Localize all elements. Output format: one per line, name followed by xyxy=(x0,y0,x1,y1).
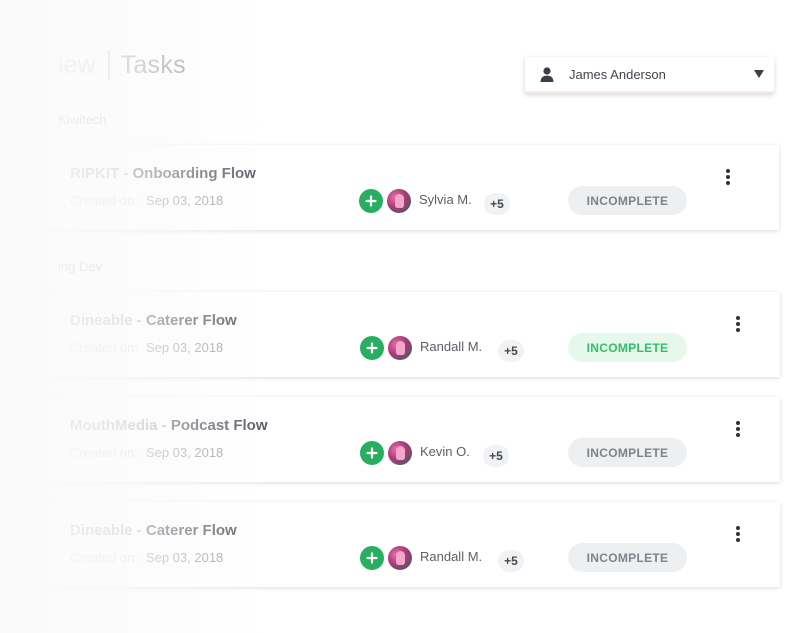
group-label-kiwitech: Kiwitech xyxy=(58,112,107,127)
user-icon xyxy=(539,66,555,82)
user-select-value: James Anderson xyxy=(569,66,666,82)
task-created: Created on: Sep 03, 2018 xyxy=(70,445,223,460)
task-card[interactable]: Dineable - Caterer Flow Created on: Sep 0… xyxy=(0,292,780,377)
more-options-icon[interactable] xyxy=(731,419,745,439)
avatar[interactable] xyxy=(388,441,412,465)
created-date: Sep 03, 2018 xyxy=(145,340,224,355)
created-date: Sep 03, 2018 xyxy=(145,445,224,460)
avatar[interactable] xyxy=(388,546,412,570)
task-created: Created on: Sep 03, 2018 xyxy=(70,193,223,208)
more-assignees-badge[interactable]: +5 xyxy=(498,340,524,362)
plus-icon xyxy=(366,342,378,354)
task-project: Dineable - xyxy=(70,522,146,539)
avatar[interactable] xyxy=(388,336,412,360)
more-assignees-badge[interactable]: +5 xyxy=(484,193,510,215)
add-assignee-button[interactable] xyxy=(360,546,384,570)
breadcrumb-divider xyxy=(107,50,110,80)
task-title[interactable]: RIPKIT - Onboarding Flow xyxy=(70,165,256,182)
add-assignee-button[interactable] xyxy=(360,441,384,465)
more-options-icon[interactable] xyxy=(731,524,745,544)
created-label: Created on: xyxy=(70,193,138,208)
task-card[interactable]: RIPKIT - Onboarding Flow Created on: Sep … xyxy=(0,145,779,230)
breadcrumb-current: Tasks xyxy=(120,50,186,79)
plus-icon xyxy=(366,447,378,459)
status-badge[interactable]: INCOMPLETE xyxy=(568,186,687,215)
chevron-down-icon[interactable] xyxy=(754,70,764,78)
created-date: Sep 03, 2018 xyxy=(145,550,224,565)
page-title: iew Tasks xyxy=(58,50,186,80)
more-assignees-badge[interactable]: +5 xyxy=(483,445,509,467)
task-project: RIPKIT - xyxy=(70,165,133,182)
add-assignee-button[interactable] xyxy=(359,189,383,213)
task-flow: Caterer Flow xyxy=(145,312,237,329)
plus-icon xyxy=(365,195,377,207)
task-title[interactable]: MouthMedia - Podcast Flow xyxy=(70,417,268,434)
add-assignee-button[interactable] xyxy=(360,336,384,360)
task-card[interactable]: MouthMedia - Podcast Flow Created on: Sep… xyxy=(0,397,780,482)
breadcrumb-previous[interactable]: iew xyxy=(58,51,96,80)
created-label: Created on: xyxy=(70,445,138,460)
task-project: Dineable - xyxy=(70,312,146,329)
user-select-dropdown[interactable]: James Anderson xyxy=(525,57,774,93)
created-label: Created on: xyxy=(70,340,138,355)
more-options-icon[interactable] xyxy=(731,314,745,334)
status-badge[interactable]: INCOMPLETE xyxy=(568,543,687,572)
status-badge[interactable]: INCOMPLETE xyxy=(568,438,687,467)
task-project: MouthMedia - xyxy=(70,417,171,434)
task-title[interactable]: Dineable - Caterer Flow xyxy=(70,312,237,329)
created-label: Created on: xyxy=(70,550,138,565)
assignee-name: Randall M. xyxy=(420,339,483,354)
task-card[interactable]: Dineable - Caterer Flow Created on: Sep 0… xyxy=(0,502,780,587)
created-date: Sep 03, 2018 xyxy=(145,193,224,208)
more-options-icon[interactable] xyxy=(721,167,735,187)
avatar[interactable] xyxy=(387,189,411,213)
task-created: Created on: Sep 03, 2018 xyxy=(70,340,223,355)
task-flow: Onboarding Flow xyxy=(132,165,256,182)
more-assignees-badge[interactable]: +5 xyxy=(498,550,524,572)
assignee-name: Kevin O. xyxy=(420,444,470,459)
task-flow: Podcast Flow xyxy=(170,417,268,434)
group-label-ing-dev: ing Dev xyxy=(58,259,103,274)
assignee-name: Randall M. xyxy=(420,549,483,564)
status-badge[interactable]: INCOMPLETE xyxy=(568,333,687,362)
task-title[interactable]: Dineable - Caterer Flow xyxy=(70,522,237,539)
assignee-name: Sylvia M. xyxy=(419,192,472,207)
task-flow: Caterer Flow xyxy=(145,522,237,539)
plus-icon xyxy=(366,552,378,564)
task-created: Created on: Sep 03, 2018 xyxy=(70,550,223,565)
